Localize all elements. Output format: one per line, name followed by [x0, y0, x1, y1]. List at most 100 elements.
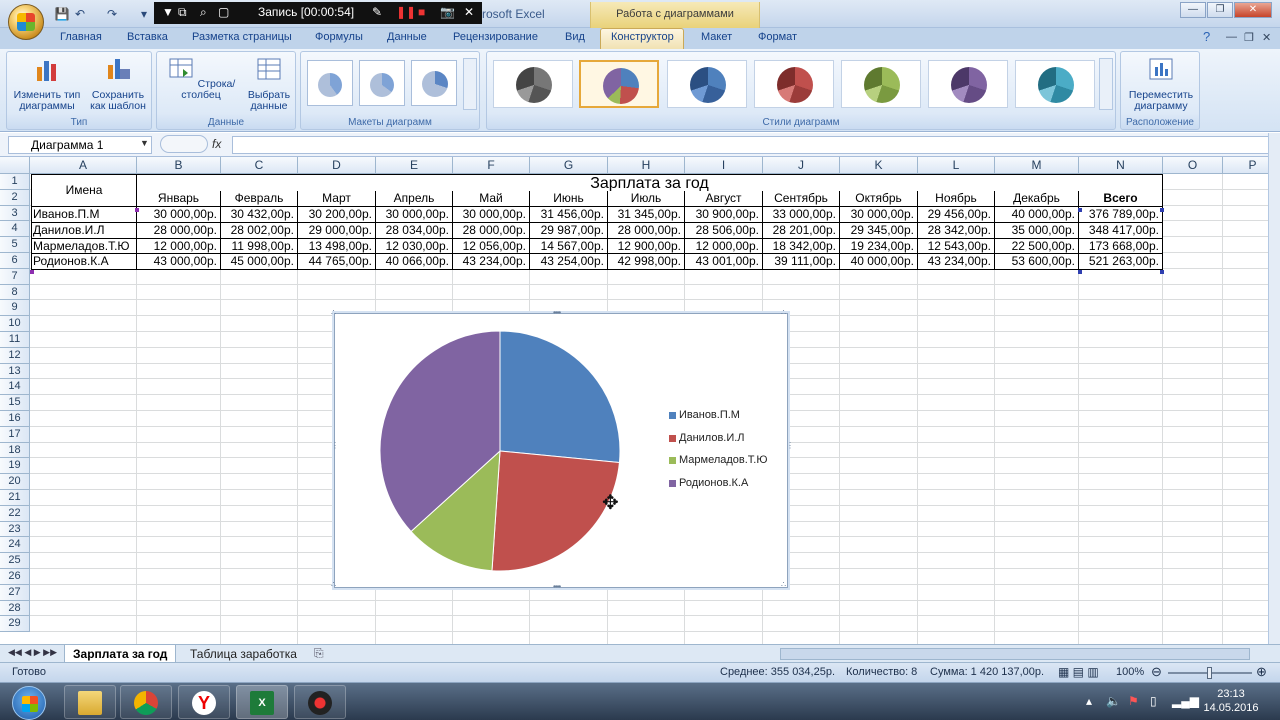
salary-cell[interactable]: 30 000,00р.: [840, 207, 918, 223]
pause-icon[interactable]: ❚❚: [396, 5, 416, 19]
month-header-cell[interactable]: Февраль: [221, 191, 298, 207]
row-header[interactable]: 29: [0, 616, 30, 633]
salary-cell[interactable]: 22 500,00р.: [995, 238, 1079, 255]
salary-cell[interactable]: 53 600,00р.: [995, 254, 1079, 271]
style-thumb-7[interactable]: [1015, 60, 1095, 108]
stop-icon[interactable]: ■: [418, 5, 425, 19]
month-header-cell[interactable]: Август: [685, 191, 763, 207]
salary-cell[interactable]: 29 987,00р.: [530, 222, 608, 239]
column-header-i[interactable]: I: [685, 157, 763, 174]
column-header-a[interactable]: A: [30, 157, 137, 174]
salary-cell[interactable]: 12 056,00р.: [453, 238, 530, 255]
start-button[interactable]: [12, 686, 46, 720]
total-header-cell[interactable]: Всего: [1079, 191, 1163, 207]
month-header-cell[interactable]: Январь: [137, 191, 221, 207]
employee-name-cell[interactable]: Мармеладов.Т.Ю: [31, 238, 137, 255]
style-thumb-6[interactable]: [928, 60, 1008, 108]
salary-cell[interactable]: 29 456,00р.: [918, 207, 995, 223]
salary-cell[interactable]: 28 000,00р.: [453, 222, 530, 239]
save-icon[interactable]: 💾: [54, 6, 70, 22]
office-button[interactable]: [8, 4, 44, 40]
month-header-cell[interactable]: Октябрь: [840, 191, 918, 207]
row-header[interactable]: 9: [0, 300, 30, 317]
row-header[interactable]: 25: [0, 553, 30, 569]
ribbon-close-icon[interactable]: ✕: [1262, 31, 1271, 44]
salary-cell[interactable]: 31 345,00р.: [608, 207, 685, 223]
salary-cell[interactable]: 39 111,00р.: [763, 254, 840, 271]
taskbar-yandex[interactable]: Y: [178, 685, 230, 719]
salary-cell[interactable]: 40 066,00р.: [376, 254, 453, 271]
salary-cell[interactable]: 12 543,00р.: [918, 238, 995, 255]
recorder-window-icon[interactable]: ⧉: [178, 5, 187, 20]
tab-review[interactable]: Рецензирование: [453, 31, 538, 43]
tab-format[interactable]: Формат: [758, 31, 797, 43]
style-thumb-1[interactable]: [493, 60, 573, 108]
change-chart-type-button[interactable]: Изменить тип диаграммы: [11, 55, 83, 112]
tab-insert[interactable]: Вставка: [127, 31, 168, 43]
row-header[interactable]: 7: [0, 268, 30, 285]
row-header[interactable]: 14: [0, 379, 30, 396]
row-header[interactable]: 16: [0, 411, 30, 427]
ribbon-restore-icon[interactable]: ❐: [1244, 31, 1254, 44]
salary-cell[interactable]: 40 000,00р.: [995, 207, 1079, 223]
row-header[interactable]: 6: [0, 253, 30, 269]
row-header[interactable]: 17: [0, 426, 30, 443]
insert-function-icon[interactable]: fx: [212, 137, 221, 151]
column-header-l[interactable]: L: [918, 157, 995, 174]
minimize-button[interactable]: —: [1180, 2, 1206, 18]
layouts-gallery-scroll[interactable]: [463, 58, 477, 110]
column-header-p[interactable]: P: [1223, 157, 1268, 174]
column-header-g[interactable]: G: [530, 157, 608, 174]
column-header-e[interactable]: E: [376, 157, 453, 174]
ribbon-minimize-icon[interactable]: —: [1226, 31, 1237, 43]
pencil-icon[interactable]: ✎: [372, 5, 382, 19]
salary-cell[interactable]: 11 998,00р.: [221, 238, 298, 255]
salary-cell[interactable]: 43 254,00р.: [530, 254, 608, 271]
salary-cell[interactable]: 28 000,00р.: [608, 222, 685, 239]
month-header-cell[interactable]: Ноябрь: [918, 191, 995, 207]
sheet-tab-salary[interactable]: Зарплата за год: [64, 645, 177, 663]
salary-cell[interactable]: 28 506,00р.: [685, 222, 763, 239]
salary-cell[interactable]: 28 000,00р.: [137, 222, 221, 239]
salary-cell[interactable]: 28 002,00р.: [221, 222, 298, 239]
resize-handle-corner[interactable]: ∴: [781, 580, 786, 589]
salary-cell[interactable]: 43 001,00р.: [685, 254, 763, 271]
maximize-button[interactable]: ❐: [1207, 2, 1233, 18]
select-data-button[interactable]: Выбрать данные: [245, 55, 293, 112]
tab-view[interactable]: Вид: [565, 31, 585, 43]
month-header-cell[interactable]: Март: [298, 191, 376, 207]
row-header[interactable]: 3: [0, 205, 30, 222]
row-header[interactable]: 22: [0, 505, 30, 522]
row-header[interactable]: 28: [0, 600, 30, 617]
sheet-nav-icons[interactable]: ◀◀ ◀ ▶ ▶▶: [8, 647, 57, 658]
salary-cell[interactable]: 35 000,00р.: [995, 222, 1079, 239]
row-header[interactable]: 10: [0, 316, 30, 332]
month-header-cell[interactable]: Июнь: [530, 191, 608, 207]
row-header[interactable]: 19: [0, 458, 30, 475]
qat-dropdown-icon[interactable]: ▾: [136, 6, 152, 22]
salary-cell[interactable]: 28 201,00р.: [763, 222, 840, 239]
column-header-n[interactable]: N: [1079, 157, 1163, 174]
salary-cell[interactable]: 29 345,00р.: [840, 222, 918, 239]
names-header-cell[interactable]: Имена: [31, 174, 137, 207]
salary-cell[interactable]: 31 456,00р.: [530, 207, 608, 223]
resize-handle-corner[interactable]: ∴: [331, 580, 336, 589]
chart-object[interactable]: Иванов.П.М Данилов.И.Л Мармеладов.Т.Ю Родио…: [331, 308, 794, 591]
zoom-in-icon[interactable]: ⊕: [1256, 664, 1267, 680]
column-header-k[interactable]: K: [840, 157, 918, 174]
salary-cell[interactable]: 19 234,00р.: [840, 238, 918, 255]
recorder-close-icon[interactable]: ✕: [464, 5, 474, 19]
total-cell[interactable]: 173 668,00р.: [1079, 238, 1163, 255]
column-header-c[interactable]: C: [221, 157, 298, 174]
salary-cell[interactable]: 12 000,00р.: [137, 238, 221, 255]
zoom-level[interactable]: 100%: [1116, 666, 1144, 678]
row-header[interactable]: 18: [0, 442, 30, 459]
network-icon[interactable]: ▂▄▆: [1172, 694, 1199, 708]
salary-cell[interactable]: 30 432,00р.: [221, 207, 298, 223]
row-header[interactable]: 23: [0, 521, 30, 538]
legend-item[interactable]: Родионов.К.А: [669, 477, 767, 500]
recorder-region-icon[interactable]: ▢: [218, 5, 229, 19]
row-header[interactable]: 24: [0, 537, 30, 554]
legend-item[interactable]: Иванов.П.М: [669, 409, 767, 432]
salary-cell[interactable]: 43 000,00р.: [137, 254, 221, 271]
